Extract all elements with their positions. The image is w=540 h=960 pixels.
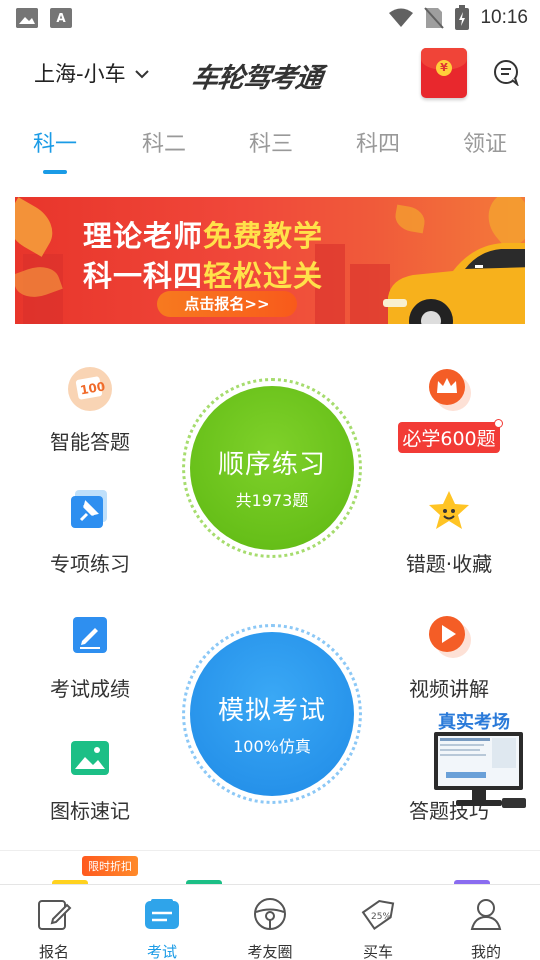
special-practice-label: 专项练习 — [50, 552, 130, 576]
wifi-icon — [389, 8, 414, 27]
real-exam-room-float[interactable]: 真实考场 — [432, 708, 527, 812]
tab-subject-3[interactable]: 科三 — [236, 126, 306, 158]
mock-exam-sub: 100%仿真 — [233, 737, 311, 756]
smart-answer-item[interactable]: 100 智能答题 — [25, 366, 155, 455]
section-divider — [0, 850, 540, 851]
play-icon — [426, 613, 472, 659]
tab-license[interactable]: 领证 — [450, 126, 520, 158]
banner-signup-button[interactable]: 点击报名>> — [157, 291, 297, 317]
nav-community-label: 考友圈 — [247, 943, 293, 960]
city-label: 上海-小车 — [34, 62, 126, 86]
tab-subject-4[interactable]: 科四 — [343, 126, 413, 158]
city-selector[interactable]: 上海-小车 — [34, 58, 150, 88]
must-learn-600-item[interactable]: 必学600题 — [384, 366, 514, 453]
no-sim-icon — [424, 7, 445, 29]
clock: 10:16 — [480, 7, 528, 28]
app-logo: 车轮驾考通 — [189, 63, 324, 94]
promo-banner[interactable]: 理论老师免费教学 科一科四轻松过关 点击报名>> — [15, 197, 525, 324]
special-practice-item[interactable]: 专项练习 — [25, 488, 155, 577]
nav-exam[interactable]: 考试 — [117, 895, 207, 960]
svg-text:25%: 25% — [371, 912, 391, 922]
nav-profile[interactable]: 我的 — [441, 895, 531, 960]
leaf-decoration — [393, 204, 427, 234]
chevron-down-icon — [134, 70, 149, 79]
exam-score-label: 考试成绩 — [50, 677, 130, 701]
red-envelope-button[interactable]: ¥ — [421, 48, 467, 98]
message-icon[interactable] — [492, 58, 520, 86]
tab-indicator — [43, 170, 67, 174]
nav-community[interactable]: 考友圈 — [225, 895, 315, 960]
bottom-nav: 报名 考试 考友圈 25% 买车 我的 — [0, 884, 540, 960]
video-lesson-label: 视频讲解 — [409, 677, 489, 701]
score-100-icon: 100 — [67, 366, 113, 412]
profile-icon — [470, 899, 502, 930]
sequential-practice-count: 共1973题 — [235, 491, 309, 510]
nav-buy-car[interactable]: 25% 买车 — [333, 895, 423, 960]
must-learn-600-badge: 必学600题 — [398, 419, 503, 453]
steering-wheel-icon — [254, 898, 286, 930]
nav-signup-label: 报名 — [38, 943, 69, 960]
nav-buy-car-label: 买车 — [362, 943, 393, 960]
nav-signup[interactable]: 报名 — [9, 895, 99, 960]
gallery-notification-icon — [16, 8, 38, 28]
exam-score-item[interactable]: 考试成绩 — [25, 613, 155, 702]
tab-subject-2[interactable]: 科二 — [129, 126, 199, 158]
sign-memory-item[interactable]: 图标速记 — [25, 735, 155, 824]
mock-exam-circle: 模拟考试 100%仿真 — [190, 632, 354, 796]
mock-exam-title: 模拟考试 — [217, 696, 326, 726]
wrong-favorites-item[interactable]: 错题·收藏 — [384, 488, 514, 577]
smart-answer-label: 智能答题 — [50, 430, 130, 454]
sequential-practice-button[interactable]: 顺序练习 共1973题 — [182, 378, 362, 558]
yuan-coin-icon: ¥ — [436, 60, 452, 76]
mock-exam-button[interactable]: 模拟考试 100%仿真 — [182, 624, 362, 804]
app-root: A 10:16 上海-小车 车轮驾考通 ¥ 科一 科二 科三 科四 领证 理论老… — [0, 0, 540, 960]
banner-headline-2: 科一科四轻松过关 — [83, 259, 324, 293]
battery-icon — [455, 5, 470, 30]
header: 上海-小车 车轮驾考通 ¥ — [0, 40, 540, 106]
exam-icon — [145, 899, 179, 929]
crown-icon — [426, 366, 472, 412]
status-bar: A 10:16 — [0, 0, 540, 36]
banner-headline-1: 理论老师免费教学 — [83, 219, 324, 253]
nav-exam-label: 考试 — [146, 943, 177, 960]
text-notification-icon: A — [50, 8, 72, 28]
monitor-icon — [434, 732, 526, 808]
wrong-favorites-label: 错题·收藏 — [405, 552, 493, 576]
star-icon — [426, 488, 472, 534]
sign-memory-label: 图标速记 — [50, 799, 130, 823]
discount-tag-icon: 25% — [361, 899, 395, 930]
pin-icon — [67, 488, 113, 534]
sequential-practice-circle: 顺序练习 共1973题 — [190, 386, 354, 550]
leaf-decoration — [15, 197, 62, 257]
sequential-practice-title: 顺序练习 — [217, 450, 326, 480]
image-icon — [67, 735, 113, 781]
subject-tabs: 科一 科二 科三 科四 领证 — [0, 118, 540, 174]
signup-icon — [38, 900, 72, 930]
car-illustration — [383, 243, 525, 324]
video-lesson-item[interactable]: 视频讲解 — [384, 613, 514, 702]
tab-subject-1[interactable]: 科一 — [20, 126, 90, 158]
pencil-note-icon — [67, 613, 113, 659]
limited-discount-tag: 限时折扣 — [82, 856, 138, 876]
nav-profile-label: 我的 — [470, 943, 501, 960]
